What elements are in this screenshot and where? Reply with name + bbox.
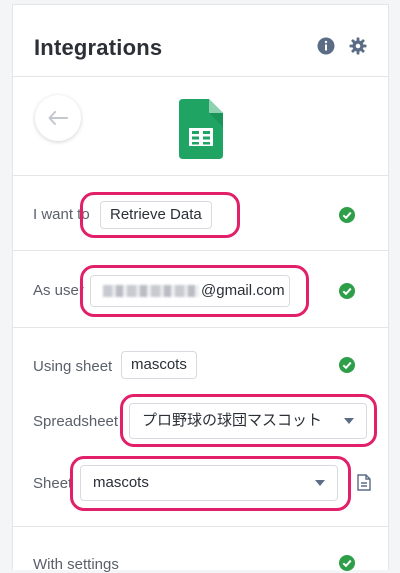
check-icon (339, 207, 355, 223)
back-button[interactable] (35, 95, 81, 141)
gear-icon[interactable] (349, 37, 367, 55)
sheet-value: mascots (93, 474, 149, 491)
using-sheet-label: Using sheet (33, 358, 113, 375)
sheet-label: Sheet (33, 475, 73, 492)
action-value[interactable]: Retrieve Data (100, 201, 212, 229)
chevron-down-icon (315, 480, 325, 486)
divider (13, 526, 388, 527)
panel-header: Integrations (13, 5, 388, 77)
using-sheet-value[interactable]: mascots (121, 351, 197, 379)
chevron-down-icon (344, 418, 354, 424)
check-icon (339, 555, 355, 571)
divider (13, 327, 388, 328)
spreadsheet-select[interactable]: プロ野球の球団マスコット (129, 403, 367, 439)
document-icon[interactable] (357, 474, 371, 491)
as-user-label: As user (33, 282, 84, 299)
google-sheets-icon (179, 99, 223, 159)
divider (13, 175, 388, 176)
redacted-email (103, 285, 199, 298)
with-settings-label: With settings (33, 556, 119, 573)
user-email-domain: @gmail.com (201, 282, 285, 299)
info-icon[interactable] (317, 37, 335, 55)
i-want-to-label: I want to (33, 206, 90, 223)
user-value[interactable]: @gmail.com (90, 275, 290, 307)
app-area (13, 77, 388, 189)
page-title: Integrations (34, 35, 163, 60)
arrow-left-icon (48, 111, 68, 125)
sheet-select[interactable]: mascots (80, 465, 338, 501)
integrations-panel: Integrations I want to Retrieve Data As … (12, 4, 389, 573)
check-icon (339, 357, 355, 373)
spreadsheet-label: Spreadsheet (33, 413, 119, 430)
check-icon (339, 283, 355, 299)
spreadsheet-value: プロ野球の球団マスコット (142, 412, 323, 429)
divider (13, 250, 388, 251)
